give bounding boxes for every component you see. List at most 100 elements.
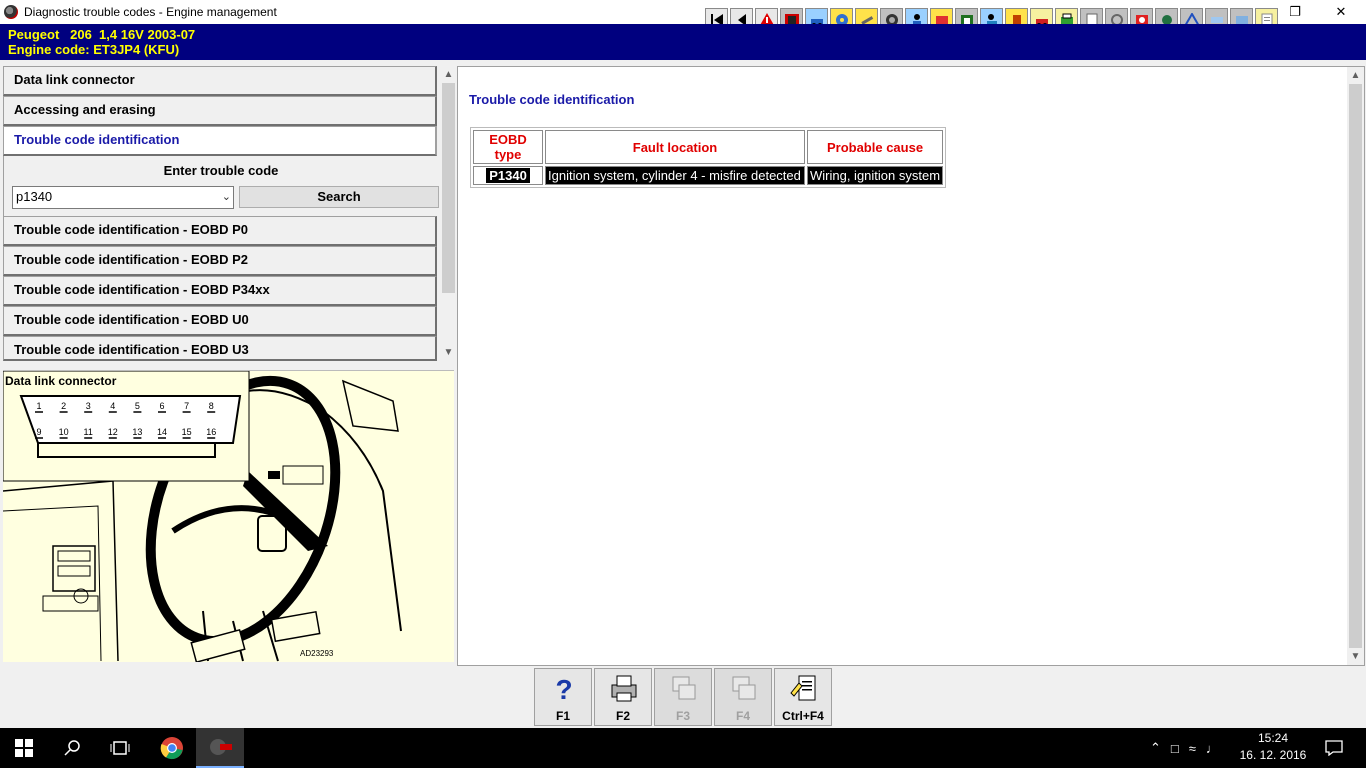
diagram-reference: AD23293 [300, 649, 334, 658]
f1-help-button[interactable]: ? F1 [534, 668, 592, 726]
scroll-up-icon[interactable]: ▲ [1347, 67, 1364, 84]
trouble-code-value: p1340 [16, 189, 53, 204]
pin-label: 6 [159, 401, 164, 411]
pin-label: 12 [108, 427, 118, 437]
copy-icon [669, 673, 699, 707]
nav-item-label: Trouble code identification - EOBD U3 [14, 342, 249, 357]
start-button[interactable] [0, 728, 48, 768]
pin-label: 14 [157, 427, 167, 437]
f4-button[interactable]: F4 [714, 668, 772, 726]
pin-label: 3 [86, 401, 91, 411]
notifications-button[interactable] [1310, 728, 1358, 768]
wifi-icon[interactable]: ≈ [1189, 741, 1196, 756]
help-icon: ? [555, 674, 573, 705]
diagnostic-app-taskbar-button[interactable] [196, 728, 244, 768]
taskbar: ⌃ □ ≈ ♩ 15:24 16. 12. 2016 [0, 728, 1366, 768]
enter-code-label: Enter trouble code [163, 163, 279, 178]
volume-icon[interactable]: ♩ [1206, 741, 1219, 756]
code-cell: P1340 [473, 166, 543, 185]
column-header: EOBD type [473, 130, 543, 164]
app-icon [4, 5, 18, 19]
search-area: Enter trouble code p1340 ⌄ Search [3, 156, 439, 218]
task-view-button[interactable] [96, 728, 144, 768]
nav-item-label: Trouble code identification - EOBD U0 [14, 312, 249, 327]
scroll-down-icon[interactable]: ▼ [440, 344, 457, 361]
chevron-down-icon[interactable]: ⌄ [222, 190, 231, 203]
nav-item-eobd-u3[interactable]: Trouble code identification - EOBD U3 [3, 336, 437, 361]
vehicle-model: Peugeot 206 1,4 16V 2003-07 [8, 27, 196, 42]
function-key-bar: ? F1 F2 F3 F4 Ctrl+F4 [534, 668, 832, 726]
fkey-label: F3 [675, 709, 690, 723]
pin-label: 15 [182, 427, 192, 437]
fault-location-cell: Ignition system, cylinder 4 - misfire de… [545, 166, 805, 185]
content-scrollbar[interactable]: ▲ ▼ [1347, 67, 1364, 665]
search-icon [64, 740, 80, 756]
chevron-up-icon[interactable]: ⌃ [1150, 740, 1161, 756]
pin-label: 8 [209, 401, 214, 411]
diagram-title: Data link connector [5, 374, 117, 388]
chrome-icon [160, 737, 183, 760]
trouble-code-table: EOBD type Fault location Probable cause … [470, 127, 947, 188]
f2-print-button[interactable]: F2 [594, 668, 652, 726]
pin-label: 1 [36, 401, 41, 411]
chrome-taskbar-button[interactable] [148, 728, 196, 768]
nav-item-eobd-p34xx[interactable]: Trouble code identification - EOBD P34xx [3, 276, 437, 306]
nav-item-eobd-p0[interactable]: Trouble code identification - EOBD P0 [3, 216, 437, 246]
windows-icon [15, 739, 33, 757]
app-window: Diagnostic trouble codes - Engine manage… [0, 0, 1366, 768]
pin-label: 4 [110, 401, 115, 411]
fkey-label: Ctrl+F4 [782, 709, 824, 723]
nav-item-data-link-connector[interactable]: Data link connector [3, 66, 437, 96]
pin-label: 7 [184, 401, 189, 411]
section-title: Trouble code identification [469, 92, 635, 107]
content-panel: Trouble code identification EOBD type Fa… [457, 66, 1365, 666]
nav-item-label: Trouble code identification - EOBD P2 [14, 252, 249, 267]
nav-item-eobd-u0[interactable]: Trouble code identification - EOBD U0 [3, 306, 437, 336]
table-row[interactable]: P1340 Ignition system, cylinder 4 - misf… [473, 166, 944, 185]
search-button-taskbar[interactable] [48, 728, 96, 768]
close-icon: ✕ [1335, 4, 1347, 19]
network-icon[interactable]: □ [1171, 741, 1179, 756]
vehicle-header: Peugeot 206 1,4 16V 2003-07 Engine code:… [0, 24, 1366, 60]
nav-scroll-thumb[interactable] [442, 83, 455, 293]
fkey-label: F2 [615, 709, 630, 723]
nav-item-trouble-code-identification[interactable]: Trouble code identification [3, 126, 437, 156]
probable-cause-cell: Wiring, ignition system [807, 166, 944, 185]
code-value: P1340 [486, 168, 530, 183]
pin-label: 10 [59, 427, 69, 437]
pin-label: 9 [36, 427, 41, 437]
fkey-label: F1 [555, 709, 570, 723]
restore-icon: ❐ [1289, 4, 1301, 19]
scroll-up-icon[interactable]: ▲ [440, 66, 457, 83]
pin-label: 13 [132, 427, 142, 437]
restore-button[interactable]: ❐ [1272, 0, 1318, 24]
f3-button[interactable]: F3 [654, 668, 712, 726]
close-button[interactable]: ✕ [1318, 0, 1364, 24]
task-view-icon [110, 741, 130, 755]
nav-item-label: Trouble code identification [14, 132, 180, 147]
trouble-code-input[interactable]: p1340 ⌄ [12, 186, 234, 209]
content-scroll-thumb[interactable] [1349, 84, 1362, 648]
clock-time: 15:24 [1257, 731, 1289, 745]
nav-item-label: Accessing and erasing [14, 102, 156, 117]
printer-icon [609, 673, 639, 707]
ctrl-f4-notes-button[interactable]: Ctrl+F4 [774, 668, 832, 726]
column-header: Probable cause [807, 130, 944, 164]
search-button[interactable]: Search [239, 186, 439, 208]
column-header: Fault location [545, 130, 805, 164]
scroll-down-icon[interactable]: ▼ [1347, 648, 1364, 665]
engine-code: Engine code: ET3JP4 (KFU) [8, 42, 180, 57]
notification-icon [1325, 740, 1343, 756]
copy-all-icon [729, 673, 759, 707]
nav-scrollbar[interactable]: ▲ ▼ [440, 66, 457, 361]
nav-item-label: Trouble code identification - EOBD P0 [14, 222, 249, 237]
nav-item-eobd-p2[interactable]: Trouble code identification - EOBD P2 [3, 246, 437, 276]
system-tray: ⌃ □ ≈ ♩ [1150, 728, 1219, 768]
diagnostic-app-icon [210, 739, 232, 755]
nav-item-accessing-erasing[interactable]: Accessing and erasing [3, 96, 437, 126]
window-title: Diagnostic trouble codes - Engine manage… [24, 5, 277, 19]
pin-label: 2 [61, 401, 66, 411]
clock[interactable]: 15:24 16. 12. 2016 [1238, 730, 1308, 764]
table-header-row: EOBD type Fault location Probable cause [473, 130, 944, 164]
clock-date: 16. 12. 2016 [1239, 748, 1307, 762]
